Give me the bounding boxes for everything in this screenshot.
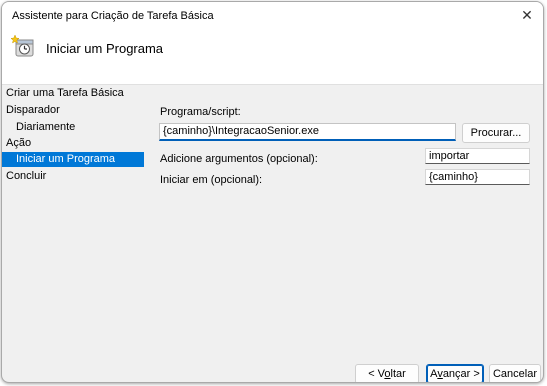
arguments-input[interactable]: importar <box>425 148 530 164</box>
step-create-basic-task[interactable]: Criar uma Tarefa Básica <box>2 86 144 101</box>
back-label-prefix: < V <box>368 368 385 380</box>
browse-button[interactable]: Procurar... <box>462 123 530 143</box>
step-trigger[interactable]: Disparador <box>2 103 144 118</box>
step-action[interactable]: Ação <box>2 136 144 151</box>
next-button[interactable]: Avançar > <box>426 364 484 382</box>
task-clock-icon <box>10 34 34 57</box>
wizard-steps: Criar uma Tarefa Básica Disparador Diari… <box>2 86 144 346</box>
task-wizard-window: Assistente para Criação de Tarefa Básica… <box>1 1 544 383</box>
wizard-header: Iniciar um Programa <box>2 29 543 85</box>
next-label-suffix: ançar > <box>442 368 480 380</box>
step-finish[interactable]: Concluir <box>2 169 144 184</box>
back-button[interactable]: < Voltar <box>355 364 419 382</box>
page-heading: Iniciar um Programa <box>46 41 164 56</box>
arguments-label: Adicione argumentos (opcional): <box>160 153 318 165</box>
title-bar: Assistente para Criação de Tarefa Básica… <box>2 2 543 29</box>
close-icon[interactable]: ✕ <box>511 2 543 29</box>
window-title: Assistente para Criação de Tarefa Básica <box>12 10 214 22</box>
start-in-input[interactable]: {caminho} <box>425 169 530 185</box>
program-input[interactable]: {caminho}\IntegracaoSenior.exe <box>159 123 456 141</box>
start-in-label: Iniciar em (opcional): <box>160 174 263 186</box>
back-label-suffix: ltar <box>390 368 406 380</box>
step-start-program[interactable]: Iniciar um Programa <box>2 152 144 167</box>
program-label: Programa/script: <box>160 106 241 118</box>
cancel-button[interactable]: Cancelar <box>489 364 541 382</box>
step-daily[interactable]: Diariamente <box>2 120 144 135</box>
